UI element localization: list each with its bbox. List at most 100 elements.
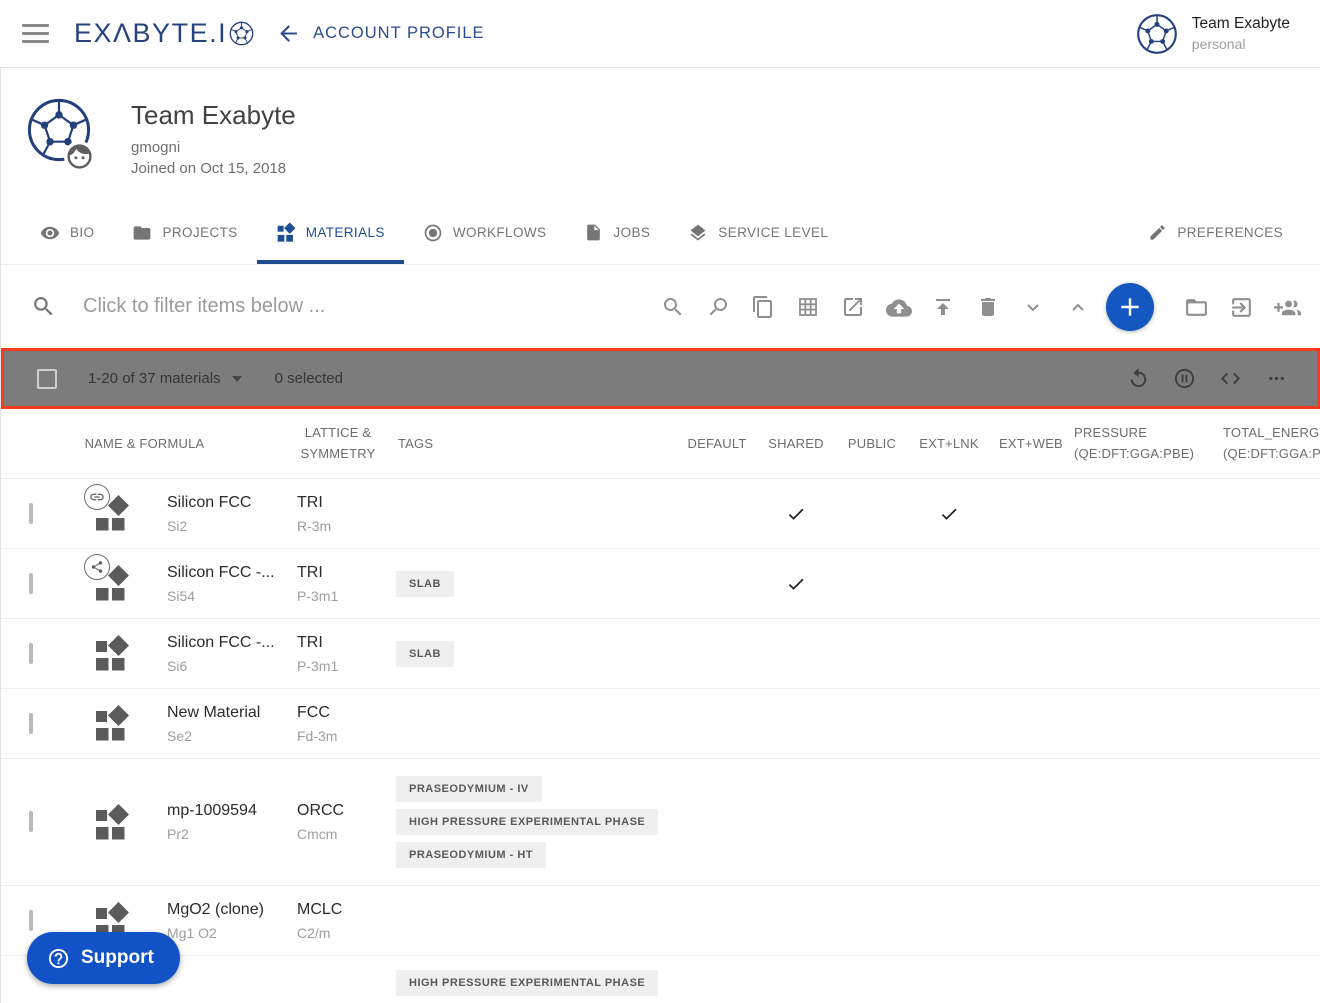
tab-service-level[interactable]: SERVICE LEVEL (669, 205, 847, 264)
column-lattice-symmetry: LATTICE & SYMMETRY (292, 423, 384, 463)
table-row[interactable]: mp-1009594 Pr2 ORCC Cmcm PRASEODYMIUM - … (1, 758, 1320, 885)
column-total-energy: TOTAL_ENERGY (QE:DFT:GGA:PBE) (1212, 423, 1320, 463)
tab-bio-label: BIO (70, 225, 94, 240)
tab-preferences[interactable]: PREFERENCES (1129, 205, 1302, 264)
row-checkbox[interactable] (29, 811, 33, 832)
tab-materials[interactable]: MATERIALS (257, 205, 404, 264)
tab-workflows-label: WORKFLOWS (453, 225, 547, 240)
profile-section: Team Exabyte gmogni Joined on Oct 15, 20… (1, 68, 1320, 205)
add-material-button[interactable] (1106, 283, 1154, 331)
support-label: Support (81, 947, 154, 969)
account-name: Team Exabyte (1192, 15, 1290, 33)
caret-down-icon (232, 376, 242, 382)
tag-chip[interactable]: HIGH PRESSURE EXPERIMENTAL PHASE (396, 809, 658, 835)
material-name: Silicon FCC -... (167, 634, 288, 652)
row-checkbox[interactable] (29, 573, 33, 594)
cloud-upload-icon[interactable] (886, 295, 910, 319)
upload-icon[interactable] (931, 295, 955, 319)
symmetry-group: Fd-3m (297, 728, 388, 744)
account-avatar (1136, 13, 1178, 55)
tab-bio[interactable]: BIO (21, 205, 113, 264)
table-row[interactable]: Silicon FCC -... Si6 TRI P-3m1 SLAB (1, 618, 1320, 688)
open-in-new-icon[interactable] (841, 295, 865, 319)
tab-preferences-label: PREFERENCES (1177, 225, 1283, 240)
table-row[interactable]: MgO2 (clone) Mg1 O2 MCLC C2/m (1, 885, 1320, 955)
profile-avatar (26, 97, 92, 163)
material-name: mp-1009594 (167, 802, 288, 820)
tab-service-level-label: SERVICE LEVEL (718, 225, 828, 240)
folder-icon (132, 223, 152, 243)
tag-chip[interactable]: PRASEODYMIUM - IV (396, 776, 542, 802)
filter-input[interactable] (83, 295, 640, 318)
code-icon[interactable] (1219, 367, 1242, 390)
column-public: PUBLIC (834, 436, 910, 451)
material-name: MgO2 (clone) (167, 901, 288, 919)
zoom-in-icon[interactable] (661, 295, 685, 319)
table-row[interactable]: New Material Se2 FCC Fd-3m (1, 688, 1320, 758)
row-checkbox[interactable] (29, 713, 33, 734)
row-checkbox[interactable] (29, 643, 33, 664)
material-icon (93, 494, 130, 533)
link-badge-icon (84, 484, 110, 510)
tag-chip[interactable]: HIGH PRESSURE EXPERIMENTAL PHASE (396, 970, 658, 996)
account-menu[interactable]: Team Exabyte personal (1136, 13, 1290, 55)
lattice-type: FCC (297, 704, 388, 722)
chevron-up-icon[interactable] (1066, 295, 1090, 319)
help-icon (47, 947, 70, 970)
import-icon[interactable] (1229, 295, 1253, 319)
copy-icon[interactable] (751, 295, 775, 319)
lattice-type: TRI (297, 634, 388, 652)
table-row[interactable]: Silicon FCC Si2 TRI R-3m (1, 478, 1320, 548)
symmetry-group: C2/m (297, 925, 388, 941)
app-bar: EXΛBYTE.I ACCOUNT PROFILE (0, 0, 1320, 68)
profile-tabs: BIO PROJECTS MATERIALS WORKFLOWS JOBS SE… (1, 205, 1320, 264)
selection-bar: 1-20 of 37 materials 0 selected (1, 348, 1320, 409)
refresh-icon[interactable] (1127, 367, 1150, 390)
tab-materials-label: MATERIALS (306, 225, 385, 240)
tab-workflows[interactable]: WORKFLOWS (404, 205, 566, 264)
folder-open-icon[interactable] (1184, 295, 1208, 319)
pause-circle-icon[interactable] (1173, 367, 1196, 390)
layers-icon (688, 223, 708, 243)
tag-chip[interactable]: SLAB (396, 571, 454, 597)
delete-icon[interactable] (976, 295, 1000, 319)
row-checkbox[interactable] (29, 503, 33, 524)
zoom-reset-icon[interactable] (706, 295, 730, 319)
tag-chip[interactable]: SLAB (396, 641, 454, 667)
page-title: ACCOUNT PROFILE (313, 24, 484, 43)
pagination-label: 1-20 of 37 materials (88, 370, 221, 387)
select-all-checkbox[interactable] (37, 369, 57, 389)
tab-projects-label: PROJECTS (162, 225, 237, 240)
pencil-icon (1148, 223, 1167, 242)
lattice-type: ORCC (297, 802, 388, 820)
exabyte-logo[interactable]: EXΛBYTE.I (74, 18, 254, 49)
column-ext-web: EXT+WEB (988, 436, 1074, 451)
pagination-dropdown[interactable]: 1-20 of 37 materials (88, 370, 242, 387)
table-header-row: NAME & FORMULA LATTICE & SYMMETRY TAGS D… (1, 409, 1320, 478)
group-add-icon[interactable] (1274, 295, 1298, 319)
shared-check-icon (786, 574, 806, 594)
user-face-icon (64, 141, 95, 172)
tab-projects[interactable]: PROJECTS (113, 205, 256, 264)
tab-jobs-label: JOBS (613, 225, 650, 240)
tag-chip[interactable]: PRASEODYMIUM - HT (396, 842, 546, 868)
grid-icon[interactable] (796, 295, 820, 319)
filter-toolbar (1, 264, 1320, 348)
support-button[interactable]: Support (27, 932, 180, 984)
row-checkbox[interactable] (29, 910, 33, 931)
logo-text: EXΛBYTE.I (74, 18, 227, 49)
chevron-down-icon[interactable] (1021, 295, 1045, 319)
back-arrow-icon[interactable] (276, 21, 301, 46)
selected-count: 0 selected (275, 370, 343, 387)
table-row[interactable]: Silicon FCC -... Si54 TRI P-3m1 SLAB (1, 548, 1320, 618)
lattice-type: TRI (297, 494, 388, 512)
column-name-formula: NAME & FORMULA (1, 436, 288, 451)
material-icon (93, 634, 130, 673)
tab-jobs[interactable]: JOBS (565, 205, 669, 264)
material-formula: Si6 (167, 658, 288, 674)
more-icon[interactable] (1265, 367, 1288, 390)
main-content: Team Exabyte gmogni Joined on Oct 15, 20… (0, 68, 1320, 1003)
menu-icon[interactable] (22, 24, 49, 44)
material-icon (93, 564, 130, 603)
table-row[interactable]: HIGH PRESSURE EXPERIMENTAL PHASE (1, 955, 1320, 1003)
